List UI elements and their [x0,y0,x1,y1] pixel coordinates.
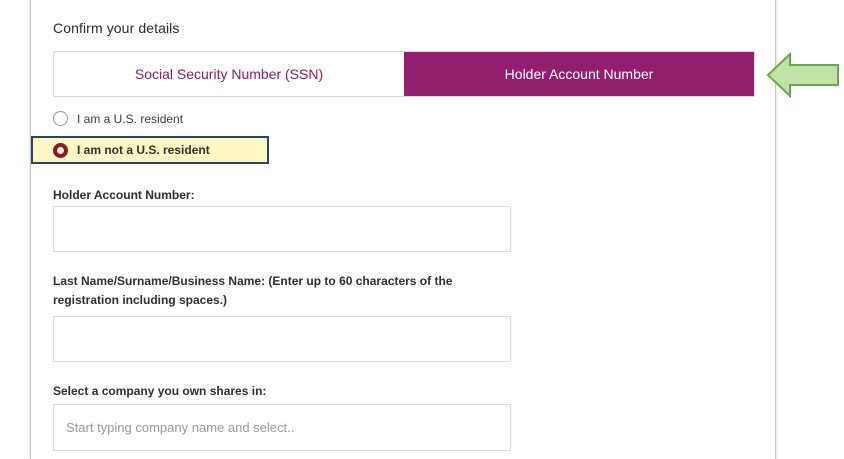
confirm-details-panel: Confirm your details Social Security Num… [30,0,776,459]
screenshot-stage: Confirm your details Social Security Num… [0,0,844,459]
radio-us-resident-label: I am a U.S. resident [77,111,184,126]
radio-checked-icon[interactable] [53,142,68,158]
last-name-label: Last Name/Surname/Business Name: (Enter … [53,274,453,307]
holder-account-number-label: Holder Account Number: [53,188,195,202]
radio-unchecked-icon[interactable] [53,111,68,126]
tab-holder-account-label: Holder Account Number [504,66,654,82]
radio-not-us-resident[interactable]: I am not a U.S. resident [31,137,218,163]
id-type-tabs: Social Security Number (SSN) Holder Acco… [53,51,755,97]
tab-ssn[interactable]: Social Security Number (SSN) [54,52,404,96]
tab-ssn-label: Social Security Number (SSN) [134,66,324,82]
radio-not-us-resident-label: I am not a U.S. resident [77,143,210,157]
last-name-input[interactable] [53,316,511,362]
holder-account-number-input[interactable] [53,206,511,252]
page-title: Confirm your details [53,20,180,36]
tab-holder-account-number[interactable]: Holder Account Number [404,52,754,96]
radio-us-resident[interactable]: I am a U.S. resident [53,111,183,126]
arrow-left-icon [766,52,839,98]
company-search-input[interactable] [53,404,511,451]
company-select-label: Select a company you own shares in: [53,384,267,398]
